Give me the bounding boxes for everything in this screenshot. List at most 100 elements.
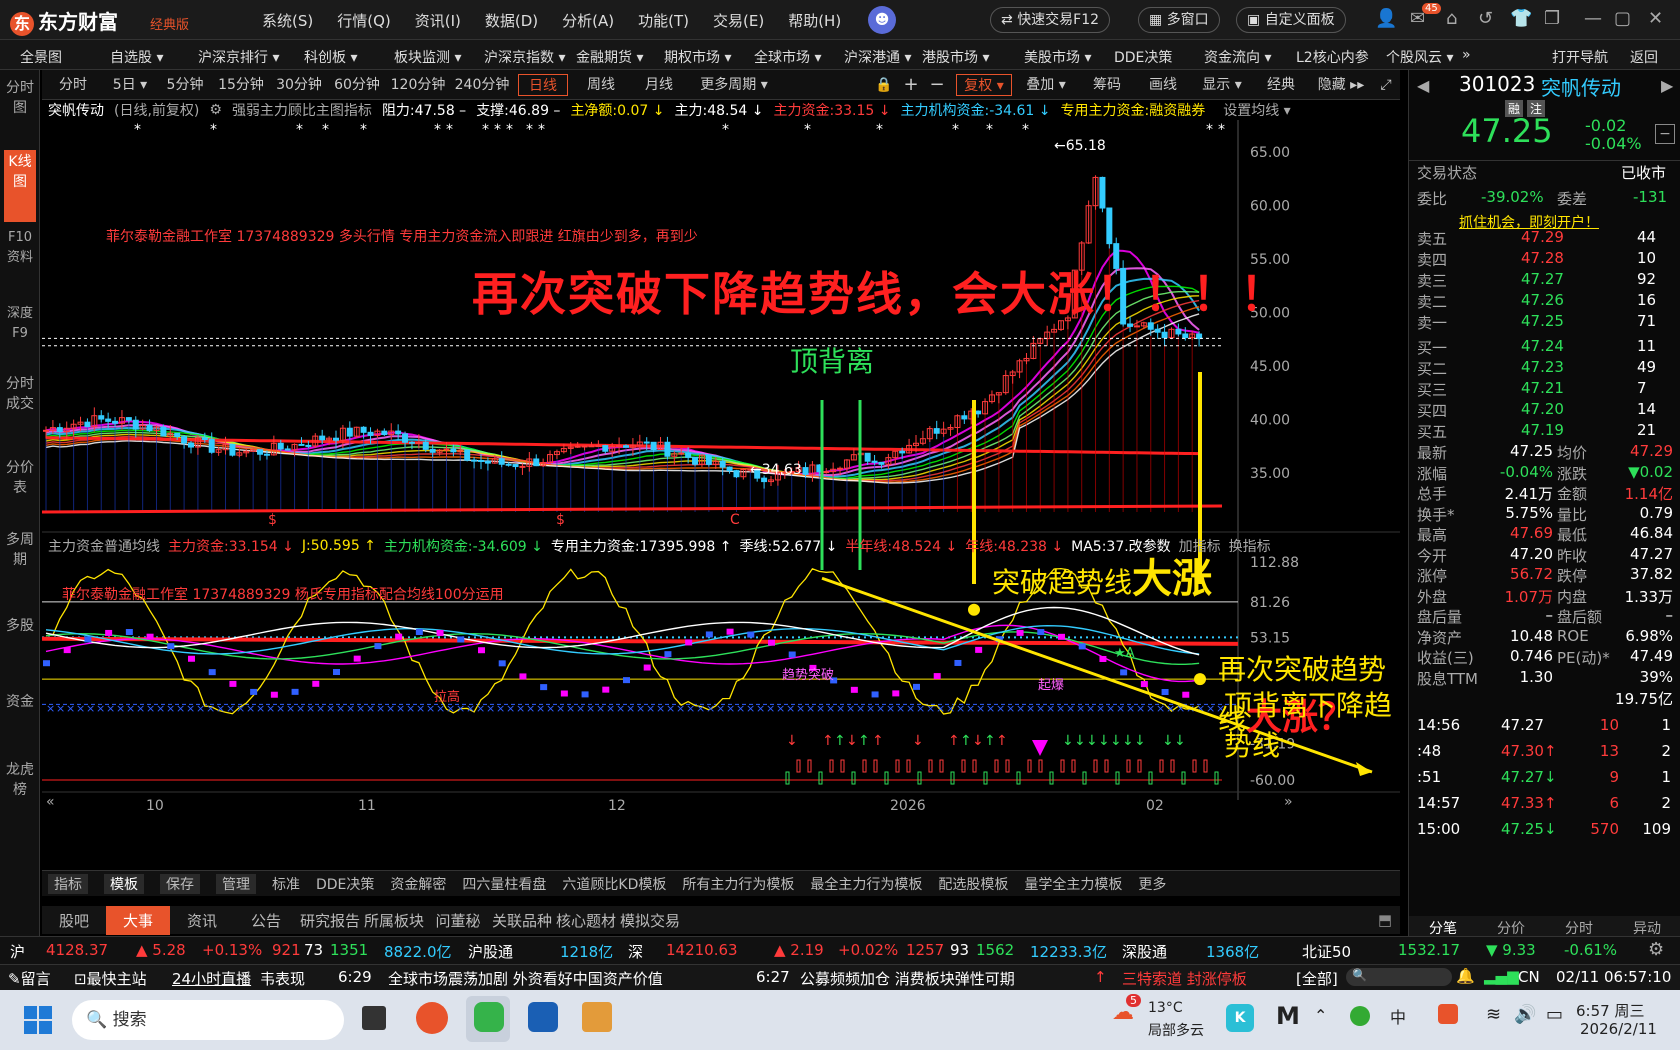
next-stock-icon[interactable]: ▶ [1661, 76, 1673, 95]
template-tab[interactable]: 模板 [104, 873, 144, 894]
period-5min[interactable]: 5分钟 [160, 74, 210, 96]
quick-trade-button[interactable]: ⇄ 快速交易F12 [990, 7, 1111, 33]
sidebar-multistock[interactable]: 多股 [4, 616, 36, 660]
nav-rank[interactable]: 沪深京排行 ▾ [198, 47, 279, 67]
bz-index[interactable]: 1532.17 [1398, 941, 1460, 959]
hide-button[interactable]: 隐藏 ▸▸ [1312, 74, 1370, 96]
draw-button[interactable]: 画线 [1138, 74, 1188, 96]
orderbook-price[interactable]: 47.28 [1521, 249, 1564, 267]
all-news-link[interactable]: [全部] [1296, 968, 1338, 989]
nav-dde[interactable]: DDE决策 [1114, 47, 1172, 67]
sidebar-depth[interactable]: 深度F9 [4, 304, 36, 364]
tab-price-dist[interactable]: 分价 [1477, 918, 1545, 938]
collapse-icon[interactable]: − [1655, 124, 1675, 144]
lock-icon[interactable]: 🔒 [872, 74, 896, 96]
m-app-icon[interactable]: M [1276, 1002, 1300, 1030]
bottom-tab[interactable]: 问董秘 [426, 906, 490, 935]
volume-icon[interactable]: 🔊 [1514, 1004, 1536, 1025]
tab-abnormal[interactable]: 异动 [1613, 918, 1680, 938]
fastest-site-link[interactable]: ⊡最快主站 [74, 968, 147, 989]
nav-l2[interactable]: L2核心内参 [1296, 47, 1369, 67]
sidebar-f10[interactable]: F10资料 [4, 228, 36, 288]
nav-open-guide[interactable]: 打开导航 [1552, 47, 1608, 67]
bell-icon[interactable]: 🔔 [1456, 967, 1475, 985]
alert-item[interactable]: 三特索道 封涨停板 [1122, 968, 1247, 989]
period-day[interactable]: 日线 [518, 74, 568, 96]
stock-app-icon[interactable] [474, 1002, 504, 1032]
orderbook-price[interactable]: 47.24 [1521, 337, 1564, 355]
period-60min[interactable]: 60分钟 [330, 74, 384, 96]
sidebar-trades[interactable]: 分时成交 [4, 374, 36, 454]
period-5day[interactable]: 5日 ▾ [104, 74, 156, 96]
tray-red-icon[interactable] [1438, 1004, 1458, 1024]
tab-timeshare[interactable]: 分时 [1545, 918, 1613, 938]
nav-options[interactable]: 期权市场 ▾ [664, 47, 731, 67]
k-app-icon[interactable]: K [1226, 1004, 1254, 1032]
classic-button[interactable]: 经典 [1256, 74, 1306, 96]
orderbook-price[interactable]: 47.27 [1521, 270, 1564, 288]
sidebar-fund[interactable]: 资金 [4, 692, 36, 736]
bottom-tab[interactable]: 资讯 [170, 906, 234, 935]
home-icon[interactable]: ⌂ [1446, 8, 1457, 29]
display-button[interactable]: 显示 ▾ [1194, 74, 1250, 96]
sail-app-icon[interactable] [528, 1002, 558, 1032]
switch-indicator-button[interactable]: 换指标 [1229, 536, 1271, 556]
news-search-input[interactable]: 🔍 [1346, 968, 1452, 986]
period-30min[interactable]: 30分钟 [272, 74, 326, 96]
nav-more[interactable]: » [1462, 47, 1471, 63]
news-item-1[interactable]: 全球市场震荡加剧 外资看好中国资产价值 [388, 968, 663, 989]
sidebar-multiperiod[interactable]: 多周期 [4, 530, 36, 594]
template-tab[interactable]: 管理 [216, 873, 256, 894]
menu-help[interactable]: 帮助(H) [788, 10, 841, 31]
bottom-tab[interactable]: 关联品种 [490, 906, 554, 935]
zoom-out-icon[interactable]: − [926, 74, 948, 96]
nav-watchlist[interactable]: 自选股 ▾ [110, 47, 163, 67]
menu-quote[interactable]: 行情(Q) [337, 10, 391, 31]
sidebar-kline[interactable]: K线图 [4, 150, 36, 222]
menu-trade[interactable]: 交易(E) [713, 10, 764, 31]
bottom-tab[interactable]: 研究报告 [298, 906, 362, 935]
nav-return[interactable]: 返回 [1630, 47, 1658, 67]
nav-stock-wind[interactable]: 个股风云 ▾ [1386, 47, 1453, 67]
news-item-2[interactable]: 公募频频加仓 消费板块弹性可期 [800, 968, 1015, 989]
windows-start-icon[interactable] [24, 1006, 52, 1034]
task-view-icon[interactable] [362, 1006, 386, 1030]
user-icon[interactable]: 👤 [1375, 8, 1397, 29]
nav-connect[interactable]: 沪深港通 ▾ [844, 47, 911, 67]
bottom-tab[interactable]: 核心题材 [554, 906, 618, 935]
message-link[interactable]: ✎留言 [8, 968, 51, 989]
expand-icon[interactable]: ⬒ [1378, 911, 1392, 929]
template-tab[interactable]: 保存 [160, 873, 200, 894]
nav-flow[interactable]: 资金流向 ▾ [1204, 47, 1271, 67]
menu-system[interactable]: 系统(S) [262, 10, 313, 31]
orderbook-price[interactable]: 47.25 [1521, 312, 1564, 330]
nav-us[interactable]: 美股市场 ▾ [1024, 47, 1091, 67]
period-month[interactable]: 月线 [634, 74, 684, 96]
period-timeshare[interactable]: 分时 [50, 74, 96, 96]
nav-hk[interactable]: 港股市场 ▾ [922, 47, 989, 67]
tray-expand-icon[interactable]: ⌃ [1314, 1006, 1327, 1025]
nav-index[interactable]: 沪深京指数 ▾ [484, 47, 565, 67]
template-tab[interactable]: 指标 [48, 873, 88, 894]
orderbook-price[interactable]: 47.21 [1521, 379, 1564, 397]
sz-index[interactable]: 14210.63 [666, 941, 738, 959]
orderbook-price[interactable]: 47.20 [1521, 400, 1564, 418]
tab-ticks[interactable]: 分笔 [1409, 918, 1477, 938]
fq-button[interactable]: 复权 ▾ [956, 74, 1012, 96]
nav-sector[interactable]: 板块监测 ▾ [394, 47, 461, 67]
menu-function[interactable]: 功能(T) [638, 10, 689, 31]
multi-window-button[interactable]: ▦ 多窗口 [1138, 7, 1220, 33]
orderbook-price[interactable]: 47.19 [1521, 421, 1564, 439]
template-tab[interactable]: DDE决策 [316, 874, 374, 894]
live-link[interactable]: 24小时直播 [172, 968, 251, 989]
photos-app-icon[interactable] [582, 1002, 612, 1032]
restore-small-icon[interactable]: ❐ [1544, 8, 1560, 29]
close-icon[interactable]: ✕ [1648, 8, 1663, 29]
settings-gear-icon[interactable]: ⚙ [1648, 939, 1664, 960]
eastmoney-taskbar-icon[interactable] [416, 1002, 448, 1034]
minimize-icon[interactable]: — [1584, 8, 1602, 29]
period-120min[interactable]: 120分钟 [388, 74, 448, 96]
maximize-icon[interactable]: ▢ [1614, 8, 1631, 29]
prev-stock-icon[interactable]: ◀ [1417, 76, 1429, 95]
template-tab[interactable]: 四六量柱看盘 [462, 874, 546, 894]
